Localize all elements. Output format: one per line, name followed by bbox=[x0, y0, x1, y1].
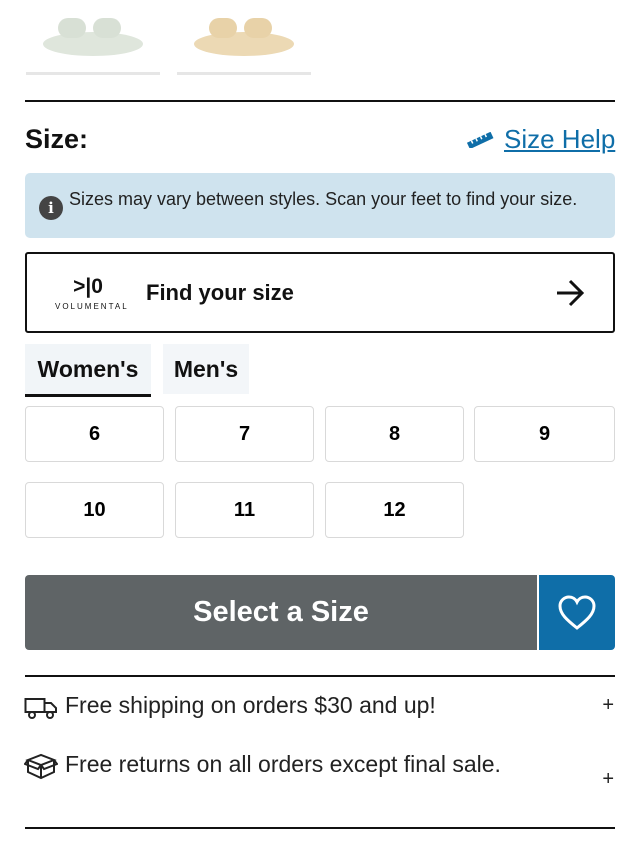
tab-womens[interactable]: Women's bbox=[25, 344, 151, 397]
size-option-10[interactable]: 10 bbox=[25, 482, 164, 538]
size-help-text[interactable]: Size Help bbox=[504, 124, 615, 155]
color-swatch-tan[interactable] bbox=[177, 0, 311, 75]
truck-icon bbox=[24, 698, 57, 719]
size-help-link[interactable]: Size Help bbox=[466, 124, 615, 155]
select-size-label: Select a Size bbox=[193, 596, 369, 628]
divider bbox=[25, 100, 615, 102]
perk-free-returns[interactable]: Free returns on all orders except final … bbox=[0, 744, 640, 816]
size-info-banner: i Sizes may vary between styles. Scan yo… bbox=[25, 173, 615, 238]
sandal-image bbox=[194, 18, 294, 56]
find-your-size-button[interactable]: >|0 VOLUMENTAL Find your size bbox=[25, 252, 615, 333]
find-your-size-label: Find your size bbox=[146, 280, 294, 305]
perk-text: Free shipping on orders $30 and up! bbox=[65, 692, 436, 718]
heart-icon bbox=[558, 594, 596, 630]
size-option-8[interactable]: 8 bbox=[325, 406, 464, 462]
size-option-11[interactable]: 11 bbox=[175, 482, 314, 538]
expand-plus-icon[interactable]: + bbox=[602, 694, 614, 717]
perk-free-shipping[interactable]: Free shipping on orders $30 and up! + bbox=[0, 680, 640, 734]
color-swatch-light-green[interactable] bbox=[26, 0, 160, 75]
info-text: Sizes may vary between styles. Scan your… bbox=[69, 189, 578, 209]
arrow-right-icon bbox=[557, 279, 585, 307]
divider bbox=[25, 827, 615, 829]
size-label: Size: bbox=[25, 124, 89, 154]
volumental-logo: >|0 VOLUMENTAL bbox=[55, 275, 129, 312]
divider bbox=[25, 675, 615, 677]
perk-text: Free returns on all orders except final … bbox=[65, 751, 501, 777]
wishlist-button[interactable] bbox=[539, 575, 615, 650]
size-option-12[interactable]: 12 bbox=[325, 482, 464, 538]
expand-plus-icon[interactable]: + bbox=[602, 768, 614, 791]
select-size-button[interactable]: Select a Size bbox=[25, 575, 537, 650]
ruler-icon bbox=[466, 131, 494, 148]
size-option-7[interactable]: 7 bbox=[175, 406, 314, 462]
size-option-6[interactable]: 6 bbox=[25, 406, 164, 462]
size-option-9[interactable]: 9 bbox=[474, 406, 615, 462]
info-icon: i bbox=[39, 196, 63, 220]
sandal-image bbox=[43, 18, 143, 56]
gift-box-icon bbox=[24, 753, 58, 780]
tab-mens[interactable]: Men's bbox=[163, 344, 249, 394]
